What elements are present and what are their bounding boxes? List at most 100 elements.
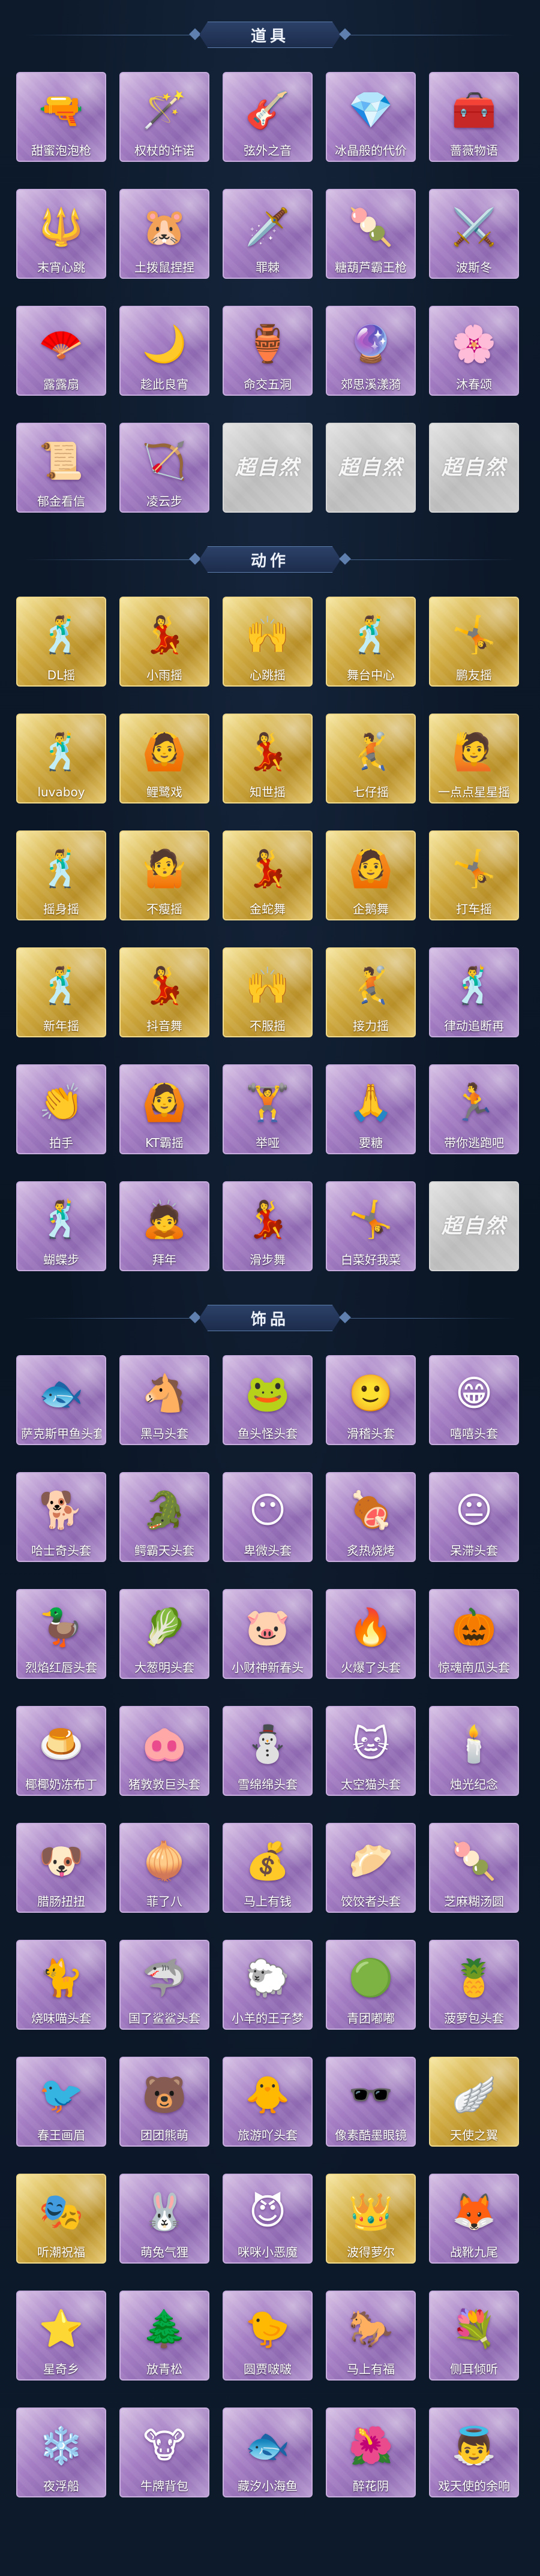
accessories-item-tile[interactable]: 🦆 烈焰红唇头套: [16, 1589, 106, 1679]
accessories-item-tile[interactable]: 🥟 饺饺者头套: [326, 1823, 416, 1913]
actions-item-tile[interactable]: 🤾 七仔摇: [326, 714, 416, 804]
accessories-item-tile[interactable]: 🐸 鱼头怪头套: [223, 1355, 313, 1445]
actions-item-tile[interactable]: 🕺 律动追断再: [429, 947, 519, 1037]
accessories-item-tile[interactable]: 🎭 听潮祝福: [16, 2174, 106, 2264]
props-item-tile[interactable]: 🧰 蔷薇物语: [429, 72, 519, 162]
accessories-item-tile[interactable]: 🐑 小羊的王子梦: [223, 1940, 313, 2030]
accessories-item-tile[interactable]: 🐽 猪敦敦巨头套: [119, 1706, 209, 1796]
accessories-item-tile[interactable]: 🕯️ 烛光纪念: [429, 1706, 519, 1796]
accessories-item-tile[interactable]: 🕶️ 像素酷墨眼镜: [326, 2057, 416, 2147]
props-item-tile[interactable]: 🌸 沐春颂: [429, 306, 519, 396]
actions-item-tile[interactable]: 🙆 KT霸摇: [119, 1064, 209, 1154]
actions-item-tile[interactable]: 超自然: [429, 1181, 519, 1271]
actions-item-tile[interactable]: 🕺 新年摇: [16, 947, 106, 1037]
accessories-item-tile[interactable]: 🐟 藏汐小海鱼: [223, 2408, 313, 2497]
props-item-tile[interactable]: 🏺 命交五洞: [223, 306, 313, 396]
accessories-item-tile[interactable]: 👑 波得萝尔: [326, 2174, 416, 2264]
props-item-tile[interactable]: 🔮 郊思溪漾漪: [326, 306, 416, 396]
actions-item-tile[interactable]: 🙏 要糖: [326, 1064, 416, 1154]
actions-item-tile[interactable]: 🏃 带你逃跑吧: [429, 1064, 519, 1154]
props-item-tile[interactable]: ⚔️ 波斯冬: [429, 189, 519, 279]
accessories-item-tile[interactable]: 🐮 牛牌背包: [119, 2408, 209, 2497]
accessories-item-tile[interactable]: 🐎 马上有福: [326, 2291, 416, 2381]
accessories-item-tile[interactable]: 😁 嘻嘻头套: [429, 1355, 519, 1445]
accessories-item-tile[interactable]: 🐤 圆贾啵啵: [223, 2291, 313, 2381]
actions-item-tile[interactable]: 🙌 不服摇: [223, 947, 313, 1037]
actions-item-tile[interactable]: 👏 拍手: [16, 1064, 106, 1154]
props-item-tile[interactable]: 🍡 糖葫芦霸王枪: [326, 189, 416, 279]
props-item-tile[interactable]: 🪭 露露扇: [16, 306, 106, 396]
actions-item-tile[interactable]: 💃 滑步舞: [223, 1181, 313, 1271]
accessories-item-tile[interactable]: 😈 咪咪小恶魔: [223, 2174, 313, 2264]
accessories-item-tile[interactable]: 🎃 惊魂南瓜头套: [429, 1589, 519, 1679]
actions-item-tile[interactable]: 🤾 接力摇: [326, 947, 416, 1037]
props-item-tile[interactable]: 🏹 凌云步: [119, 423, 209, 513]
accessories-item-tile[interactable]: ⛄ 雪绵绵头套: [223, 1706, 313, 1796]
accessories-item-tile[interactable]: 🐈 烧味喵头套: [16, 1940, 106, 2030]
accessories-item-tile[interactable]: 🌺 醉花阴: [326, 2408, 416, 2497]
props-item-tile[interactable]: 🔱 末宵心跳: [16, 189, 106, 279]
accessories-item-tile[interactable]: 🐷 小财神新春头: [223, 1589, 313, 1679]
props-item-tile[interactable]: 📜 郁金看信: [16, 423, 106, 513]
actions-item-tile[interactable]: 🕺 DL摇: [16, 597, 106, 687]
accessories-item-tile[interactable]: 🐻 团团熊萌: [119, 2057, 209, 2147]
actions-item-tile[interactable]: 🙋 一点点星星摇: [429, 714, 519, 804]
accessories-item-tile[interactable]: 🍍 菠萝包头套: [429, 1940, 519, 2030]
accessories-item-tile[interactable]: ⭐ 星奇乡: [16, 2291, 106, 2381]
accessories-item-tile[interactable]: 💐 侧耳倾听: [429, 2291, 519, 2381]
actions-item-tile[interactable]: 🤷 不瘦摇: [119, 830, 209, 920]
accessories-item-tile[interactable]: 😐 呆滞头套: [429, 1472, 519, 1562]
actions-item-tile[interactable]: 🤸 鹏友摇: [429, 597, 519, 687]
props-item-tile[interactable]: 🌙 趁此良宵: [119, 306, 209, 396]
props-item-tile[interactable]: 🔫 甜蜜泡泡枪: [16, 72, 106, 162]
accessories-item-tile[interactable]: 🪽 天使之翼: [429, 2057, 519, 2147]
accessories-item-tile[interactable]: 🧅 菲了八: [119, 1823, 209, 1913]
actions-item-tile[interactable]: 🤸 白菜好我菜: [326, 1181, 416, 1271]
accessories-item-tile[interactable]: 🟢 青团嘟嘟: [326, 1940, 416, 2030]
actions-item-tile[interactable]: 🤸 打车摇: [429, 830, 519, 920]
accessories-item-tile[interactable]: 🌲 放青松: [119, 2291, 209, 2381]
actions-item-tile[interactable]: 🙆 企鹅舞: [326, 830, 416, 920]
accessories-item-tile[interactable]: 🔥 火爆了头套: [326, 1589, 416, 1679]
actions-item-tile[interactable]: 💃 知世摇: [223, 714, 313, 804]
accessories-item-tile[interactable]: 🐴 黑马头套: [119, 1355, 209, 1445]
props-item-tile[interactable]: 超自然: [223, 423, 313, 513]
props-item-tile[interactable]: 🪄 权杖的许诺: [119, 72, 209, 162]
accessories-item-tile[interactable]: 😶 卑微头套: [223, 1472, 313, 1562]
actions-item-tile[interactable]: 🕺 摇身摇: [16, 830, 106, 920]
actions-item-tile[interactable]: 💃 抖音舞: [119, 947, 209, 1037]
accessories-item-tile[interactable]: 🥬 大葱明头套: [119, 1589, 209, 1679]
accessories-item-tile[interactable]: 🦊 战靴九尾: [429, 2174, 519, 2264]
actions-item-tile[interactable]: 🕺 蝴蝶步: [16, 1181, 106, 1271]
accessories-item-tile[interactable]: 🦈 国了鲨鲨头套: [119, 1940, 209, 2030]
actions-item-tile[interactable]: 💃 金蛇舞: [223, 830, 313, 920]
accessories-item-tile[interactable]: 🐱 太空猫头套: [326, 1706, 416, 1796]
accessories-item-tile[interactable]: 🐦 春王画眉: [16, 2057, 106, 2147]
accessories-item-tile[interactable]: 🐟 萨克斯甲鱼头套: [16, 1355, 106, 1445]
actions-item-tile[interactable]: 🙆 鲤鹭戏: [119, 714, 209, 804]
actions-item-tile[interactable]: 🕺 luvaboy: [16, 714, 106, 804]
accessories-item-tile[interactable]: 🐰 萌兔气狸: [119, 2174, 209, 2264]
props-item-tile[interactable]: 超自然: [429, 423, 519, 513]
props-item-tile[interactable]: 超自然: [326, 423, 416, 513]
props-item-tile[interactable]: 🗡️ 罪棘: [223, 189, 313, 279]
accessories-item-tile[interactable]: 💰 马上有钱: [223, 1823, 313, 1913]
actions-item-tile[interactable]: 💃 小雨摇: [119, 597, 209, 687]
accessories-item-tile[interactable]: 🍮 椰椰奶冻布丁: [16, 1706, 106, 1796]
actions-item-tile[interactable]: 🏋️ 举哑: [223, 1064, 313, 1154]
accessories-item-tile[interactable]: 🍡 芝麻糊汤圆: [429, 1823, 519, 1913]
actions-item-tile[interactable]: 🙇 拜年: [119, 1181, 209, 1271]
props-item-tile[interactable]: 💎 冰晶般的代价: [326, 72, 416, 162]
props-item-tile[interactable]: 🐹 土拨鼠捏捏: [119, 189, 209, 279]
accessories-item-tile[interactable]: 🐶 腊肠扭扭: [16, 1823, 106, 1913]
accessories-item-tile[interactable]: 🐥 旅游吖头套: [223, 2057, 313, 2147]
actions-item-tile[interactable]: 🕺 舞台中心: [326, 597, 416, 687]
accessories-item-tile[interactable]: 🐊 鳄霸天头套: [119, 1472, 209, 1562]
accessories-item-tile[interactable]: 🍖 炙热烧烤: [326, 1472, 416, 1562]
accessories-item-tile[interactable]: ❄️ 夜浮船: [16, 2408, 106, 2497]
accessories-item-tile[interactable]: 👼 戏天使的余响: [429, 2408, 519, 2497]
props-item-tile[interactable]: 🎸 弦外之音: [223, 72, 313, 162]
accessories-item-tile[interactable]: 🙂 滑稽头套: [326, 1355, 416, 1445]
actions-item-tile[interactable]: 🙌 心跳摇: [223, 597, 313, 687]
accessories-item-tile[interactable]: 🐕 哈士奇头套: [16, 1472, 106, 1562]
